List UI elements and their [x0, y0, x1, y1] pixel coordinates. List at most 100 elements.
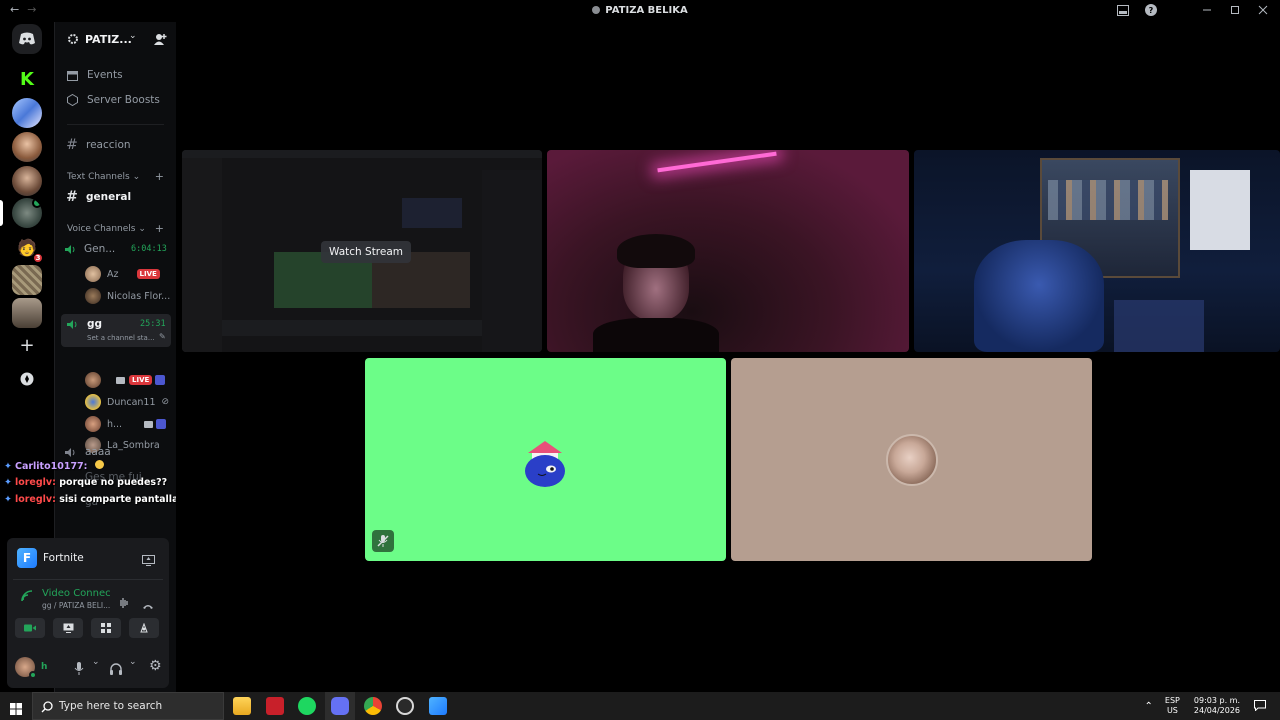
screen-share-icon[interactable]: [142, 551, 155, 570]
channel-reaccion[interactable]: # reaccion: [65, 137, 130, 153]
share-screen-button[interactable]: [53, 618, 83, 638]
headphones-icon[interactable]: [110, 660, 122, 679]
avatar: [85, 394, 101, 410]
voice-user[interactable]: Nicolas Flor...: [85, 288, 170, 304]
activity-badge: [156, 419, 167, 429]
voice-channel-aaaa[interactable]: aaaa: [65, 446, 111, 458]
activity-badge: [155, 375, 166, 385]
category-voice-channels[interactable]: Voice Channels ⌄: [67, 224, 146, 234]
participant-tile[interactable]: [731, 358, 1092, 561]
voice-connection-status: Video Connec gg / PATIZA BELI...: [21, 588, 111, 610]
voice-channel-gen[interactable]: Gen... 6:04:13: [65, 243, 167, 255]
pencil-icon[interactable]: ✎: [159, 332, 166, 341]
category-text-channels[interactable]: Text Channels ⌄: [67, 172, 140, 182]
close-icon[interactable]: [1256, 3, 1270, 17]
server-boosts-item[interactable]: Server Boosts: [67, 94, 160, 106]
inbox-icon[interactable]: [1116, 3, 1130, 17]
camera-button[interactable]: [15, 618, 45, 638]
sword-icon: ✦: [4, 494, 12, 505]
notifications-icon[interactable]: [1254, 699, 1266, 713]
watch-stream-button[interactable]: Watch Stream: [321, 241, 412, 263]
search-icon: [41, 701, 53, 713]
server-avatar-6[interactable]: [12, 298, 42, 328]
mic-options-chevron-icon[interactable]: ⌄: [92, 657, 100, 667]
mic-icon[interactable]: [73, 660, 85, 679]
voice-timer: 25:31: [140, 319, 166, 329]
connection-label[interactable]: Video Connec: [42, 588, 111, 599]
settings-gear-icon[interactable]: ⚙: [149, 658, 162, 674]
fortnite-icon: F: [17, 548, 37, 568]
kick-server-icon[interactable]: K: [12, 64, 42, 94]
webcam-tile[interactable]: [914, 150, 1280, 352]
windows-taskbar: Type here to search ⌃ ESP US 09:03 p. m.…: [0, 692, 1280, 720]
online-status: [29, 671, 37, 679]
sword-icon: ✦: [4, 461, 12, 472]
create-voice-channel-icon[interactable]: +: [155, 222, 164, 235]
events-item[interactable]: Events: [67, 69, 123, 81]
voice-user[interactable]: Az LIVE: [85, 266, 160, 282]
maximize-icon[interactable]: [1228, 3, 1242, 17]
avatar: [85, 288, 101, 304]
obs-icon[interactable]: [396, 697, 414, 715]
noise-suppression-icon[interactable]: [118, 593, 130, 612]
voice-user[interactable]: LIVE: [85, 372, 166, 388]
avatar: [85, 416, 101, 432]
voice-panel: F Fortnite Video Connec gg / PATIZA BELI…: [7, 538, 169, 688]
user-avatar[interactable]: [15, 657, 37, 679]
voice-user[interactable]: Duncan11 ⊘: [85, 394, 169, 410]
username[interactable]: h: [41, 662, 47, 672]
voicemeeter-icon[interactable]: [266, 697, 284, 715]
invite-people-icon[interactable]: [154, 33, 167, 45]
channel-status[interactable]: Set a channel sta...: [87, 334, 155, 342]
headphones-options-chevron-icon[interactable]: ⌄: [129, 657, 137, 667]
server-avatar-5[interactable]: [12, 265, 42, 295]
voice-channel-gg[interactable]: gg 25:31 Set a channel sta... ✎: [61, 314, 171, 347]
voice-user[interactable]: h...: [85, 416, 167, 432]
server-avatar-2[interactable]: [12, 132, 42, 162]
server-avatar-selected[interactable]: [12, 198, 42, 228]
create-channel-icon[interactable]: +: [155, 170, 164, 183]
participant-avatar: [520, 437, 570, 487]
chat-overlay-line: ✦ loreglv: porque no puedes??: [4, 477, 168, 488]
speaker-icon: [67, 320, 77, 329]
speaker-icon: [65, 447, 75, 457]
language-indicator[interactable]: ESP US: [1165, 696, 1180, 716]
activities-button[interactable]: [91, 618, 121, 638]
channel-general[interactable]: # general: [65, 189, 131, 205]
explore-servers-icon[interactable]: [12, 364, 42, 394]
webcam-tile[interactable]: [547, 150, 909, 352]
spotify-icon[interactable]: [298, 697, 316, 715]
chevron-down-icon[interactable]: ⌄: [129, 31, 137, 41]
participant-avatar: [886, 434, 938, 486]
discord-home-icon[interactable]: [12, 24, 42, 54]
add-server-icon[interactable]: +: [12, 330, 42, 360]
windows-start-icon[interactable]: [10, 700, 22, 719]
chrome-icon[interactable]: [364, 697, 382, 715]
file-explorer-icon[interactable]: [233, 697, 251, 715]
soundboard-button[interactable]: [129, 618, 159, 638]
user-area: h ⌄ ⌄ ⚙: [15, 656, 162, 679]
gaming-chair: [974, 240, 1104, 352]
connection-location[interactable]: gg / PATIZA BELI...: [42, 601, 111, 610]
participant-tile[interactable]: [365, 358, 726, 561]
fortnite-taskbar-icon[interactable]: [429, 697, 447, 715]
selected-server-indicator: [0, 200, 3, 226]
server-avatar-4[interactable]: 🧑 3: [12, 232, 44, 264]
game-activity[interactable]: F Fortnite: [17, 548, 84, 568]
screen-share-icon: [63, 623, 73, 633]
disconnect-icon[interactable]: [142, 595, 154, 614]
help-icon[interactable]: ?: [1144, 3, 1158, 17]
server-avatar-1[interactable]: [12, 98, 42, 128]
server-avatar-3[interactable]: [12, 166, 42, 196]
hash-icon: #: [66, 137, 78, 153]
tray-chevron-up-icon[interactable]: ⌃: [1145, 701, 1153, 712]
hash-icon: #: [66, 189, 78, 205]
camera-icon: [24, 624, 36, 632]
camera-icon: [144, 420, 154, 428]
server-header[interactable]: PATIZ... ⌄: [55, 22, 177, 56]
minimize-icon[interactable]: [1200, 3, 1214, 17]
clock[interactable]: 09:03 p. m. 24/04/2026: [1194, 696, 1240, 716]
taskbar-search[interactable]: Type here to search: [32, 692, 224, 720]
muted-indicator: [372, 530, 394, 552]
live-badge: LIVE: [136, 269, 160, 279]
